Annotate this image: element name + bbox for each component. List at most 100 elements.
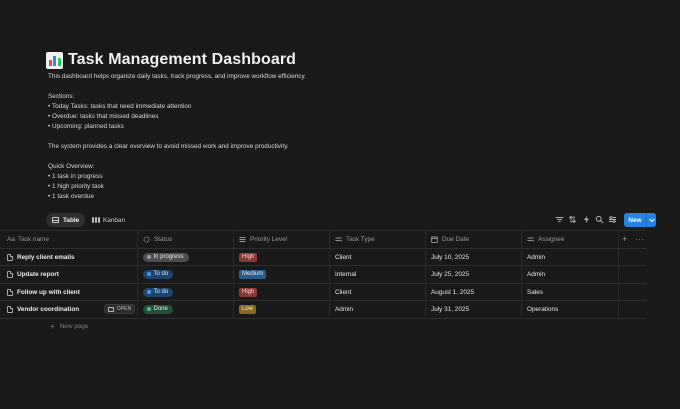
status-badge: To do bbox=[143, 269, 174, 279]
status-dot-icon bbox=[147, 307, 151, 311]
description-line: The system provides a clear overview to … bbox=[48, 143, 289, 150]
table-row[interactable]: Reply client emails In progress High Client… bbox=[0, 248, 680, 266]
status-label: In progress bbox=[153, 254, 184, 260]
open-label: OPEN bbox=[116, 306, 132, 312]
status-label: Done bbox=[153, 306, 168, 312]
due-date-cell[interactable]: August 1, 2025 bbox=[431, 283, 474, 301]
task-name-cell[interactable]: Follow up with client bbox=[7, 283, 80, 301]
bar-chart-icon bbox=[46, 51, 63, 69]
status-label: To do bbox=[153, 271, 169, 277]
chevron-down-icon[interactable] bbox=[646, 213, 656, 227]
task-name: Vendor coordination bbox=[17, 305, 80, 313]
page-icon bbox=[7, 288, 13, 296]
select-icon bbox=[527, 236, 535, 243]
table-divider bbox=[0, 318, 646, 319]
new-page-label: New page bbox=[59, 323, 89, 330]
assignee-cell[interactable]: Admin bbox=[527, 265, 545, 283]
priority-cell[interactable]: High bbox=[239, 248, 258, 266]
task-name-cell[interactable]: Vendor coordination bbox=[7, 300, 79, 318]
more-options-icon[interactable]: ··· bbox=[635, 230, 645, 248]
tab-label: Table bbox=[63, 216, 80, 224]
search-icon[interactable] bbox=[595, 215, 604, 224]
filter-icon[interactable] bbox=[555, 215, 564, 224]
priority-cell[interactable]: Low bbox=[239, 300, 257, 318]
column-header-status[interactable]: Status bbox=[143, 230, 172, 248]
task-name-cell[interactable]: Update report bbox=[7, 265, 59, 283]
column-label: Assignee bbox=[538, 235, 565, 243]
sort-icon[interactable] bbox=[568, 215, 577, 224]
status-dot-icon bbox=[147, 290, 151, 294]
status-icon bbox=[143, 235, 150, 243]
task-name-cell[interactable]: Reply client emails bbox=[7, 248, 75, 266]
due-date-cell[interactable]: July 31, 2025 bbox=[431, 300, 469, 318]
status-cell[interactable]: In progress bbox=[143, 248, 189, 266]
kanban-icon bbox=[92, 217, 100, 223]
table-icon bbox=[52, 217, 59, 223]
column-label: Due Date bbox=[442, 235, 469, 243]
column-header-task-name[interactable]: Aa Task name bbox=[7, 230, 49, 248]
column-header-due-date[interactable]: Due Date bbox=[431, 230, 469, 248]
list-icon bbox=[239, 236, 246, 243]
status-dot-icon bbox=[147, 272, 151, 276]
assignee-cell[interactable]: Admin bbox=[527, 248, 545, 266]
task-name: Reply client emails bbox=[17, 253, 75, 261]
tab-kanban[interactable]: Kanban bbox=[86, 213, 131, 227]
description-line: • 1 task in progress bbox=[48, 173, 103, 180]
priority-cell[interactable]: Medium bbox=[239, 265, 267, 283]
column-header-task-type[interactable]: Task Type bbox=[335, 230, 375, 248]
settings-icon[interactable] bbox=[608, 215, 617, 224]
new-page-button[interactable]: + New page bbox=[50, 322, 88, 331]
due-date-cell[interactable]: July 10, 2025 bbox=[431, 248, 469, 266]
new-button[interactable]: New bbox=[624, 213, 656, 227]
status-badge: Done bbox=[143, 304, 173, 314]
open-button[interactable]: OPEN bbox=[104, 304, 135, 314]
description-line: Quick Overview: bbox=[48, 163, 95, 170]
task-type-cell[interactable]: Internal bbox=[335, 265, 356, 283]
table-row[interactable]: Vendor coordination OPEN Done Low Admin July … bbox=[0, 300, 680, 318]
calendar-icon bbox=[431, 236, 438, 243]
tab-table[interactable]: Table bbox=[46, 213, 86, 227]
task-name: Update report bbox=[17, 270, 59, 278]
status-label: To do bbox=[153, 289, 169, 295]
column-header-priority[interactable]: Priority Level bbox=[239, 230, 287, 248]
page-icon bbox=[7, 253, 13, 261]
task-name: Follow up with client bbox=[17, 288, 80, 296]
task-type-cell[interactable]: Admin bbox=[335, 300, 353, 318]
view-bar: Table Kanban New bbox=[46, 213, 656, 227]
task-type-cell[interactable]: Client bbox=[335, 283, 351, 301]
text-icon: Aa bbox=[7, 235, 15, 243]
task-type-cell[interactable]: Client bbox=[335, 248, 351, 266]
table-row[interactable]: Follow up with client To do High Client Augu… bbox=[0, 283, 680, 301]
due-date-cell[interactable]: July 25, 2025 bbox=[431, 265, 469, 283]
select-icon bbox=[335, 236, 343, 243]
add-column-icon[interactable]: + bbox=[622, 230, 627, 248]
plus-icon: + bbox=[50, 322, 55, 331]
assignee-cell[interactable]: Sales bbox=[527, 283, 543, 301]
description-line: This dashboard helps organize daily task… bbox=[48, 73, 306, 80]
status-badge: In progress bbox=[143, 252, 189, 262]
priority-tag: Medium bbox=[239, 269, 267, 279]
priority-cell[interactable]: High bbox=[239, 283, 258, 301]
status-dot-icon bbox=[147, 255, 151, 259]
status-cell[interactable]: To do bbox=[143, 265, 174, 283]
new-button-label: New bbox=[628, 216, 642, 224]
page-icon bbox=[7, 305, 13, 313]
priority-tag: High bbox=[239, 252, 258, 262]
description-line: • 1 task overdue bbox=[48, 193, 94, 200]
page-title-row: Task Management Dashboard bbox=[46, 51, 296, 69]
table-row[interactable]: Update report To do Medium Internal July 25,… bbox=[0, 265, 680, 283]
assignee-cell[interactable]: Operations bbox=[527, 300, 558, 318]
column-header-assignee[interactable]: Assignee bbox=[527, 230, 564, 248]
description-line: Sections: bbox=[48, 93, 75, 100]
column-label: Task Type bbox=[346, 235, 375, 243]
page-icon bbox=[7, 270, 13, 278]
status-badge: To do bbox=[143, 287, 174, 297]
side-peek-icon bbox=[107, 306, 114, 312]
description-line: • 1 high priority task bbox=[48, 183, 104, 190]
description-line: • Overdue: tasks that missed deadlines bbox=[48, 113, 159, 120]
automation-icon[interactable] bbox=[582, 215, 591, 224]
status-cell[interactable]: To do bbox=[143, 283, 174, 301]
page: Task Management Dashboard This dashboard… bbox=[0, 0, 680, 409]
column-label: Task name bbox=[18, 235, 49, 243]
status-cell[interactable]: Done bbox=[143, 300, 173, 318]
